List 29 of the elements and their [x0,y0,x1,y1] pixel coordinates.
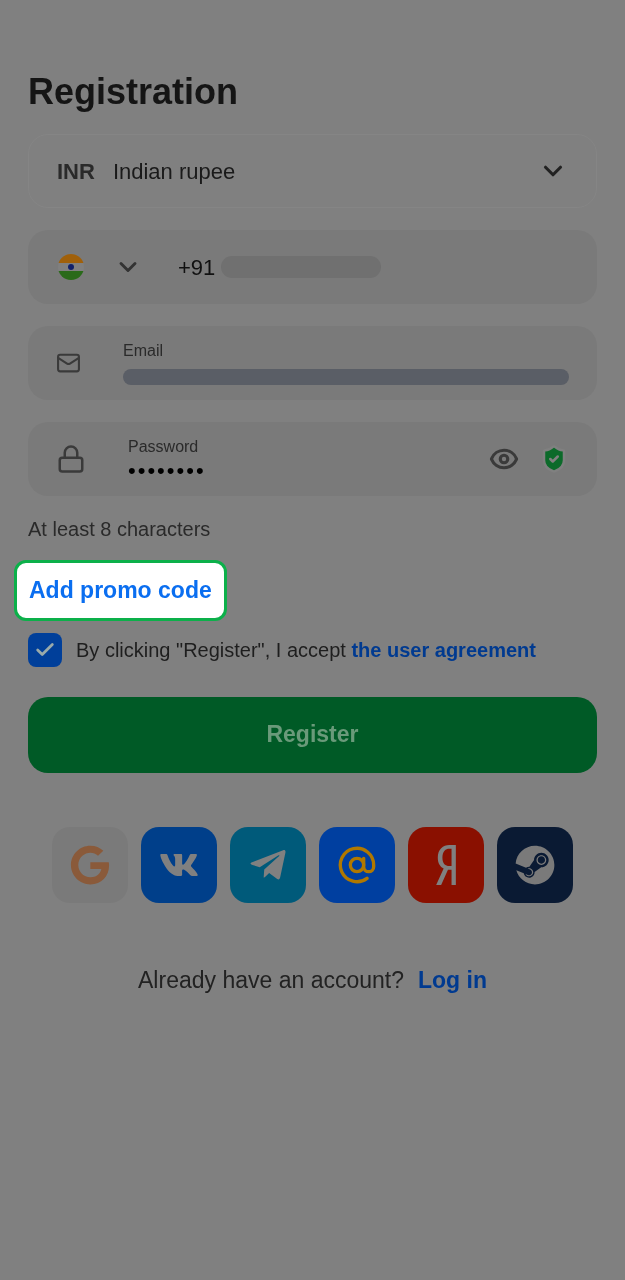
agreement-checkbox[interactable] [28,632,62,667]
password-hint: At least 8 characters [28,517,212,542]
password-label: Password [128,437,200,457]
g-logo-icon [70,844,110,885]
social-login-button[interactable] [497,826,573,903]
india-flag-icon [58,254,84,280]
register-button[interactable]: Register [28,696,597,773]
page-title: Registration [28,70,240,114]
phone-field[interactable]: +91 [28,230,597,304]
phone-prefix: +91 [178,253,216,282]
currency-select[interactable]: INR Indian rupee [28,134,597,208]
add-promo-code-link[interactable]: Add promo code [14,560,227,621]
social-login-button[interactable] [408,826,484,903]
password-field[interactable]: Password •••••••• [28,422,597,496]
login-prompt: Already have an account? [138,965,404,995]
login-link[interactable]: Log in [418,962,487,997]
steam-logo-icon [515,844,555,885]
agreement-text: By clicking "Register", I accept the user agreement [76,637,536,663]
social-login-button[interactable] [230,826,306,903]
user-agreement-link[interactable]: the user agreement [351,638,536,661]
email-field[interactable]: Email [28,326,597,400]
social-login-button[interactable] [141,826,217,903]
padlock-icon [56,444,86,474]
email-label: Email [123,341,164,361]
password-value: •••••••• [128,459,207,483]
currency-name: Indian rupee [112,157,236,186]
currency-code: INR [57,157,95,186]
social-login-button[interactable] [319,826,395,903]
at-sign-icon [337,844,377,885]
